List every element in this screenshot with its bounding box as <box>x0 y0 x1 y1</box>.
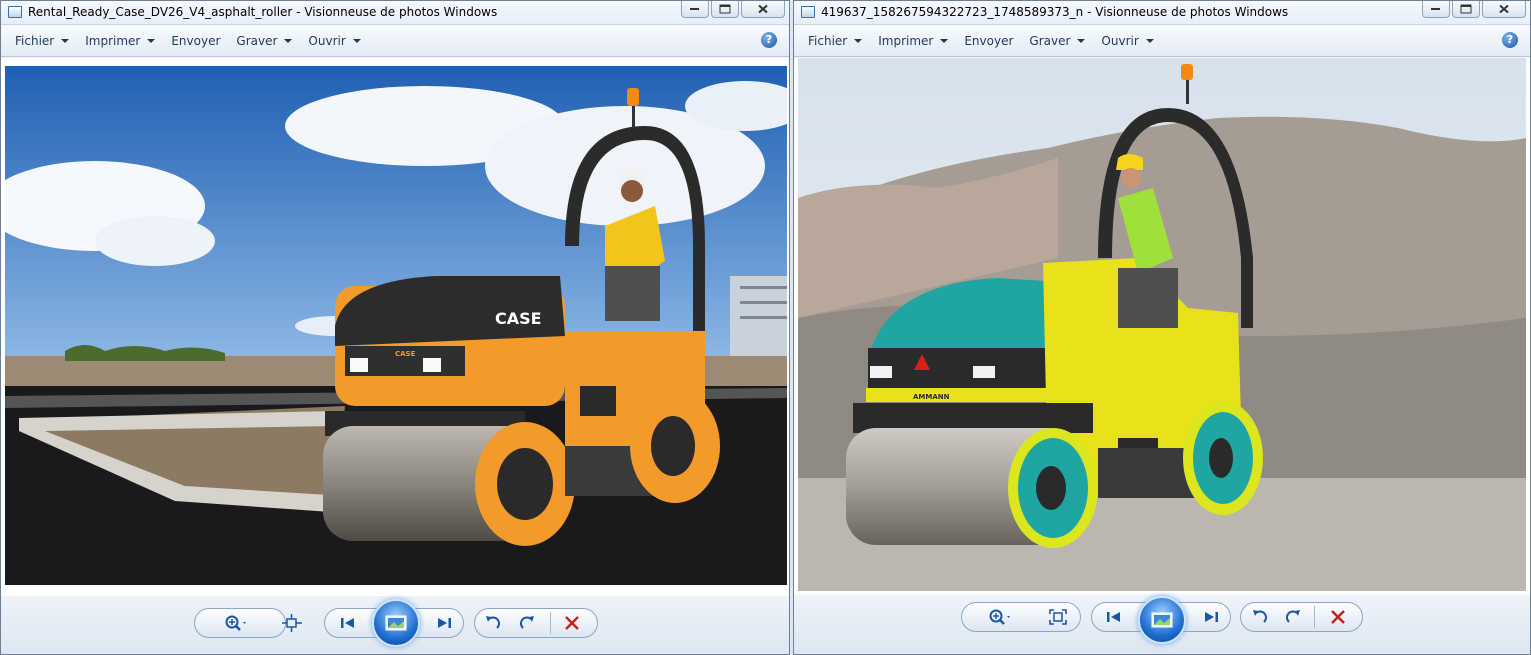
menu-label: Fichier <box>808 33 848 48</box>
menu-label: Imprimer <box>85 33 141 48</box>
case-hood-label: CASE <box>395 350 416 358</box>
next-icon <box>1205 612 1218 622</box>
magnifier-icon <box>225 615 246 631</box>
menu-envoyer[interactable]: Envoyer <box>956 30 1021 52</box>
menu-graver[interactable]: Graver <box>228 30 300 52</box>
slideshow-button[interactable] <box>1138 596 1186 644</box>
menu-ouvrir[interactable]: Ouvrir <box>1093 30 1161 52</box>
photo-viewer-window-2: 419637_158267594322723_1748589373_n - Vi… <box>793 0 1531 655</box>
menu-envoyer[interactable]: Envoyer <box>163 30 228 52</box>
minimize-button[interactable] <box>1422 1 1450 18</box>
photo-ammann-roller: AMMANN <box>798 58 1526 591</box>
magnifier-icon <box>989 609 1010 625</box>
maximize-button[interactable] <box>711 1 739 18</box>
next-icon <box>438 618 451 628</box>
rotate-left-icon <box>1253 610 1267 623</box>
delete-button[interactable] <box>1325 606 1351 628</box>
toolbar-separator <box>1314 606 1315 628</box>
zoom-button[interactable] <box>987 606 1013 628</box>
menu-label: Imprimer <box>878 33 934 48</box>
window-title: Rental_Ready_Case_DV26_V4_asphalt_roller… <box>28 5 498 19</box>
rotate-right-button[interactable] <box>514 612 540 634</box>
navigation-bar <box>794 596 1530 654</box>
zoom-button[interactable] <box>223 612 249 634</box>
maximize-icon <box>719 4 731 14</box>
previous-icon <box>1107 612 1120 622</box>
previous-icon <box>341 618 354 628</box>
chevron-down-icon <box>940 38 949 43</box>
maximize-button[interactable] <box>1452 1 1480 18</box>
toolbar-separator <box>550 612 551 634</box>
title-bar[interactable]: Rental_Ready_Case_DV26_V4_asphalt_roller… <box>1 1 789 25</box>
next-button[interactable] <box>1198 606 1224 628</box>
command-bar: Fichier Imprimer Envoyer Graver Ouvrir ? <box>794 25 1530 57</box>
menu-label: Graver <box>236 33 278 48</box>
fit-window-icon <box>282 614 302 632</box>
menu-label: Graver <box>1029 33 1071 48</box>
delete-x-icon <box>565 616 579 630</box>
slideshow-button[interactable] <box>372 599 420 647</box>
maximize-icon <box>1460 4 1472 14</box>
rotate-left-icon <box>486 616 500 629</box>
previous-button[interactable] <box>335 612 361 634</box>
actual-size-button[interactable] <box>279 612 305 634</box>
chevron-down-icon <box>1145 38 1154 43</box>
menu-ouvrir[interactable]: Ouvrir <box>300 30 368 52</box>
window-title: 419637_158267594322723_1748589373_n - Vi… <box>821 5 1289 19</box>
chevron-down-icon <box>1077 38 1086 43</box>
image-viewport: CASE CASE <box>1 58 789 596</box>
fit-to-window-button[interactable] <box>1045 606 1071 628</box>
photo-viewer-app-icon <box>8 6 22 18</box>
rotate-left-button[interactable] <box>1247 606 1273 628</box>
photo-viewer-app-icon <box>801 6 815 18</box>
minimize-icon <box>1431 8 1440 10</box>
rotate-right-icon <box>520 616 534 629</box>
menu-label: Fichier <box>15 33 55 48</box>
rotate-right-icon <box>1286 610 1300 623</box>
help-icon[interactable]: ? <box>761 32 777 48</box>
close-icon <box>1499 4 1509 14</box>
rotate-left-button[interactable] <box>480 612 506 634</box>
previous-button[interactable] <box>1101 606 1127 628</box>
case-brand-label: CASE <box>495 309 542 328</box>
chevron-down-icon <box>352 38 361 43</box>
menu-label: Envoyer <box>171 33 221 48</box>
help-icon[interactable]: ? <box>1502 32 1518 48</box>
menu-imprimer[interactable]: Imprimer <box>77 30 163 52</box>
chevron-down-icon <box>147 38 156 43</box>
delete-button[interactable] <box>559 612 585 634</box>
minimize-button[interactable] <box>681 1 709 18</box>
menu-label: Ouvrir <box>1101 33 1139 48</box>
ammann-brand-label: AMMANN <box>913 393 950 401</box>
rotate-right-button[interactable] <box>1280 606 1306 628</box>
menu-label: Envoyer <box>964 33 1014 48</box>
photo-viewer-window-1: Rental_Ready_Case_DV26_V4_asphalt_roller… <box>0 0 790 655</box>
chevron-down-icon <box>854 38 863 43</box>
close-icon <box>758 4 768 14</box>
image-viewport: AMMANN <box>794 58 1530 594</box>
chevron-down-icon <box>284 38 293 43</box>
photo-case-asphalt-roller: CASE CASE <box>5 66 787 585</box>
slideshow-icon <box>1151 612 1173 628</box>
title-bar[interactable]: 419637_158267594322723_1748589373_n - Vi… <box>794 1 1530 25</box>
navigation-bar <box>1 596 789 654</box>
close-window-button[interactable] <box>1482 1 1526 18</box>
menu-fichier[interactable]: Fichier <box>800 30 870 52</box>
menu-imprimer[interactable]: Imprimer <box>870 30 956 52</box>
chevron-down-icon <box>61 38 70 43</box>
menu-graver[interactable]: Graver <box>1021 30 1093 52</box>
command-bar: Fichier Imprimer Envoyer Graver Ouvrir ? <box>1 25 789 57</box>
close-window-button[interactable] <box>741 1 785 18</box>
fit-window-icon <box>1049 609 1067 625</box>
next-button[interactable] <box>431 612 457 634</box>
slideshow-icon <box>385 615 407 631</box>
menu-label: Ouvrir <box>308 33 346 48</box>
delete-x-icon <box>1331 610 1345 624</box>
menu-fichier[interactable]: Fichier <box>7 30 77 52</box>
minimize-icon <box>690 8 699 10</box>
